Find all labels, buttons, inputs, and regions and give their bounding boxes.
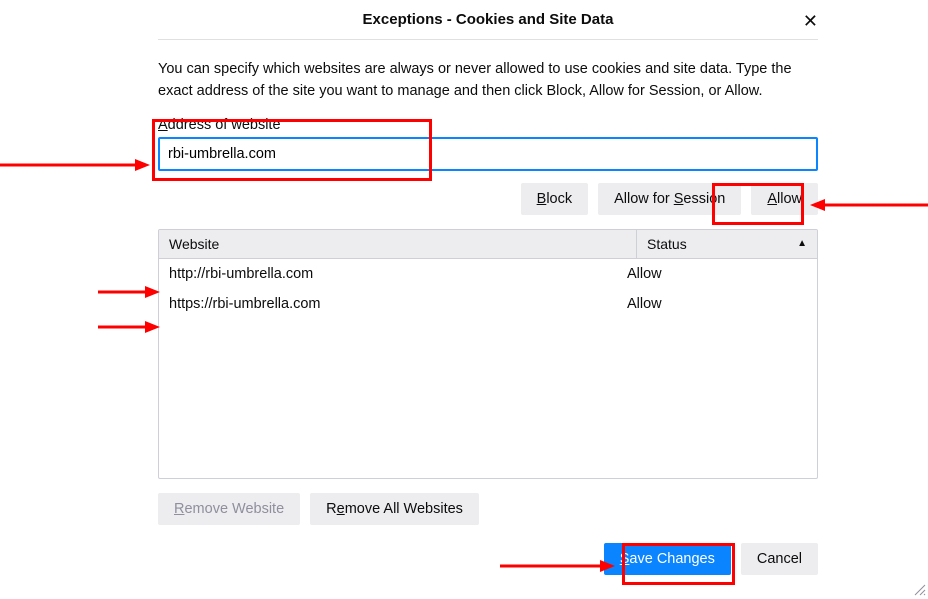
cell-website: https://rbi-umbrella.com xyxy=(169,296,627,312)
close-icon[interactable]: ✕ xyxy=(797,10,824,32)
cell-status: Allow xyxy=(627,266,807,282)
table-body: http://rbi-umbrella.com Allow https://rb… xyxy=(159,259,817,319)
resize-grip-icon[interactable] xyxy=(912,582,926,596)
save-changes-button[interactable]: Save Changes xyxy=(604,543,731,575)
remove-website-button[interactable]: Remove Website xyxy=(158,493,300,525)
cancel-button[interactable]: Cancel xyxy=(741,543,818,575)
titlebar: Exceptions - Cookies and Site Data ✕ xyxy=(158,0,818,40)
remove-all-websites-button[interactable]: Remove All Websites xyxy=(310,493,479,525)
cell-status: Allow xyxy=(627,296,807,312)
column-header-website[interactable]: Website xyxy=(159,230,637,258)
sort-indicator-icon: ▲ xyxy=(797,238,807,249)
address-input[interactable] xyxy=(158,137,818,171)
exceptions-table: Website Status ▲ http://rbi-umbrella.com… xyxy=(158,229,818,479)
block-button[interactable]: Block xyxy=(521,183,588,215)
table-row[interactable]: http://rbi-umbrella.com Allow xyxy=(159,259,817,289)
column-header-status[interactable]: Status ▲ xyxy=(637,230,817,258)
dialog-title: Exceptions - Cookies and Site Data xyxy=(363,11,614,28)
table-row[interactable]: https://rbi-umbrella.com Allow xyxy=(159,289,817,319)
dialog-footer: Save Changes Cancel xyxy=(158,543,818,575)
remove-button-row: Remove Website Remove All Websites xyxy=(158,493,818,525)
action-button-row: Block Allow for Session Allow xyxy=(158,183,818,215)
cell-website: http://rbi-umbrella.com xyxy=(169,266,627,282)
allow-for-session-button[interactable]: Allow for Session xyxy=(598,183,741,215)
address-label: Address of website xyxy=(158,117,818,133)
dialog-description: You can specify which websites are alway… xyxy=(158,58,818,103)
exceptions-dialog: Exceptions - Cookies and Site Data ✕ You… xyxy=(138,0,838,595)
allow-button[interactable]: Allow xyxy=(751,183,818,215)
table-header: Website Status ▲ xyxy=(159,230,817,259)
annotation-arrow-icon xyxy=(0,155,150,175)
